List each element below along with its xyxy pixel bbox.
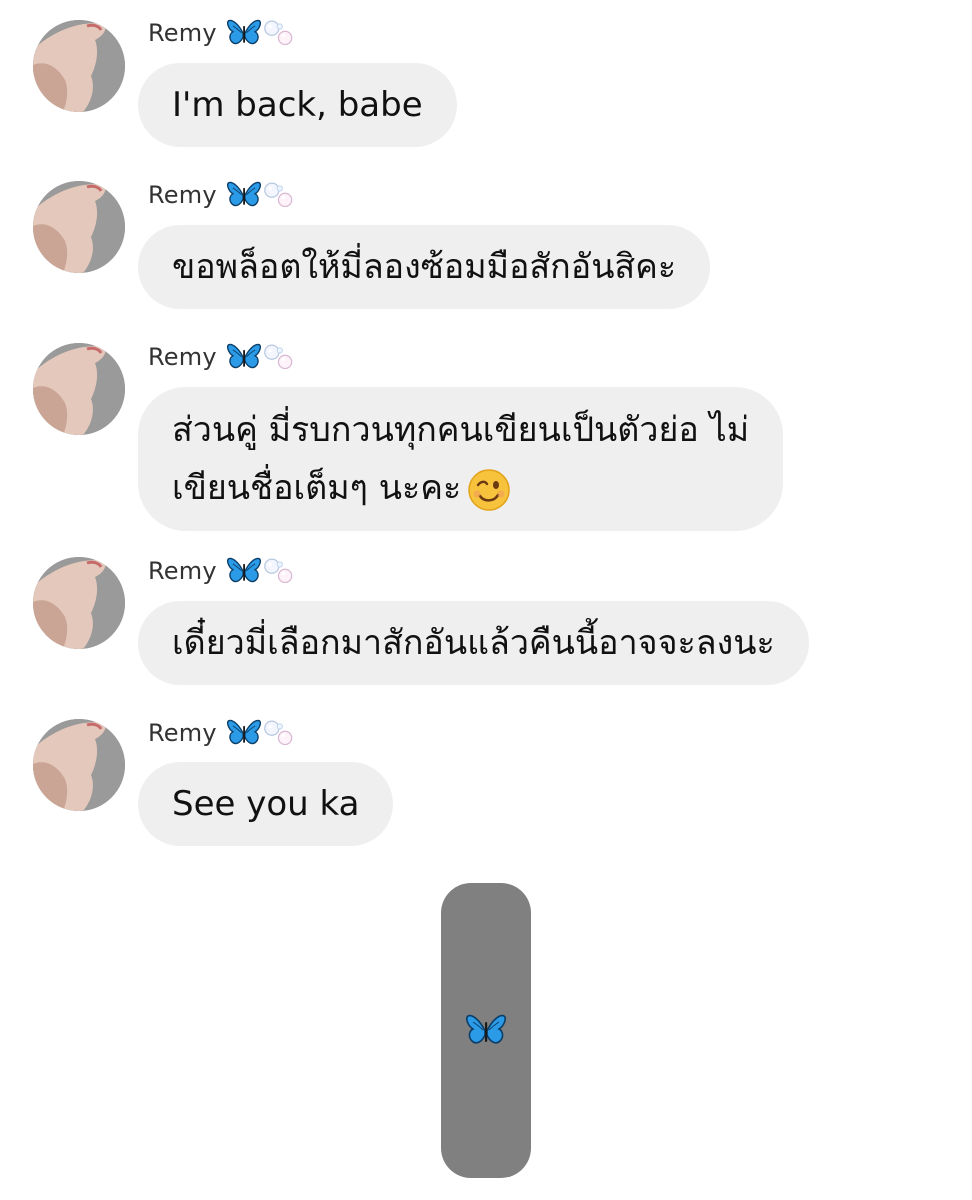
bubbles-icon — [263, 344, 293, 371]
avatar-image — [33, 557, 125, 649]
message-text: เดี๋ยวมี่เลือกมาสักอันแล้วคืนนี้อาจจะลงน… — [172, 623, 775, 663]
message-text-line-2: เขียนชื่อเต็มๆ นะคะ — [172, 459, 749, 517]
message-text: I'm back, babe — [172, 85, 423, 125]
sender-name: Remy — [148, 339, 293, 375]
name-decoration — [227, 343, 293, 372]
message-bubble[interactable]: I'm back, babe — [138, 63, 457, 147]
message-bubble[interactable]: เดี๋ยวมี่เลือกมาสักอันแล้วคืนนี้อาจจะลงน… — [138, 601, 809, 685]
message-text: See you ka — [172, 784, 360, 824]
sender-name: Remy — [148, 715, 293, 751]
sender-name-text: Remy — [148, 19, 217, 47]
avatar[interactable] — [33, 557, 125, 649]
winking-face-emoji — [467, 468, 511, 512]
sender-name: Remy — [148, 15, 293, 51]
bubbles-icon — [263, 558, 293, 585]
bubbles-icon — [263, 182, 293, 209]
message-text: เขียนชื่อเต็มๆ นะคะ — [172, 468, 462, 508]
bubbles-icon — [263, 20, 293, 47]
butterfly-icon — [227, 19, 261, 48]
sender-name-text: Remy — [148, 557, 217, 585]
avatar[interactable] — [33, 343, 125, 435]
message-bubble[interactable]: ส่วนคู่ มี่รบกวนทุกคนเขียนเป็นตัวย่อ ไม่… — [138, 387, 784, 531]
sender-name: Remy — [148, 177, 293, 213]
butterfly-icon — [227, 557, 261, 586]
avatar-image — [33, 181, 125, 273]
name-decoration — [227, 719, 293, 748]
message-bubble[interactable]: ขอพล็อตให้มี่ลองซ้อมมือสักอันสิคะ — [138, 225, 711, 309]
bubbles-icon — [263, 720, 293, 747]
avatar[interactable] — [33, 719, 125, 811]
butterfly-icon — [227, 343, 261, 372]
avatar[interactable] — [33, 20, 125, 112]
name-decoration — [227, 19, 293, 48]
butterfly-button[interactable] — [441, 883, 531, 1178]
butterfly-icon — [227, 719, 261, 748]
message-text: ขอพล็อตให้มี่ลองซ้อมมือสักอันสิคะ — [172, 247, 677, 287]
name-decoration — [227, 557, 293, 586]
sender-name-text: Remy — [148, 181, 217, 209]
avatar-image — [33, 20, 125, 112]
sender-name-text: Remy — [148, 343, 217, 371]
butterfly-icon — [466, 1014, 506, 1048]
sender-name: Remy — [148, 553, 293, 589]
butterfly-icon — [227, 181, 261, 210]
message-bubble[interactable]: See you ka — [138, 762, 394, 846]
avatar-image — [33, 343, 125, 435]
name-decoration — [227, 181, 293, 210]
message-text-line-1: ส่วนคู่ มี่รบกวนทุกคนเขียนเป็นตัวย่อ ไม่ — [172, 410, 750, 450]
sender-name-text: Remy — [148, 719, 217, 747]
avatar-image — [33, 719, 125, 811]
avatar[interactable] — [33, 181, 125, 273]
